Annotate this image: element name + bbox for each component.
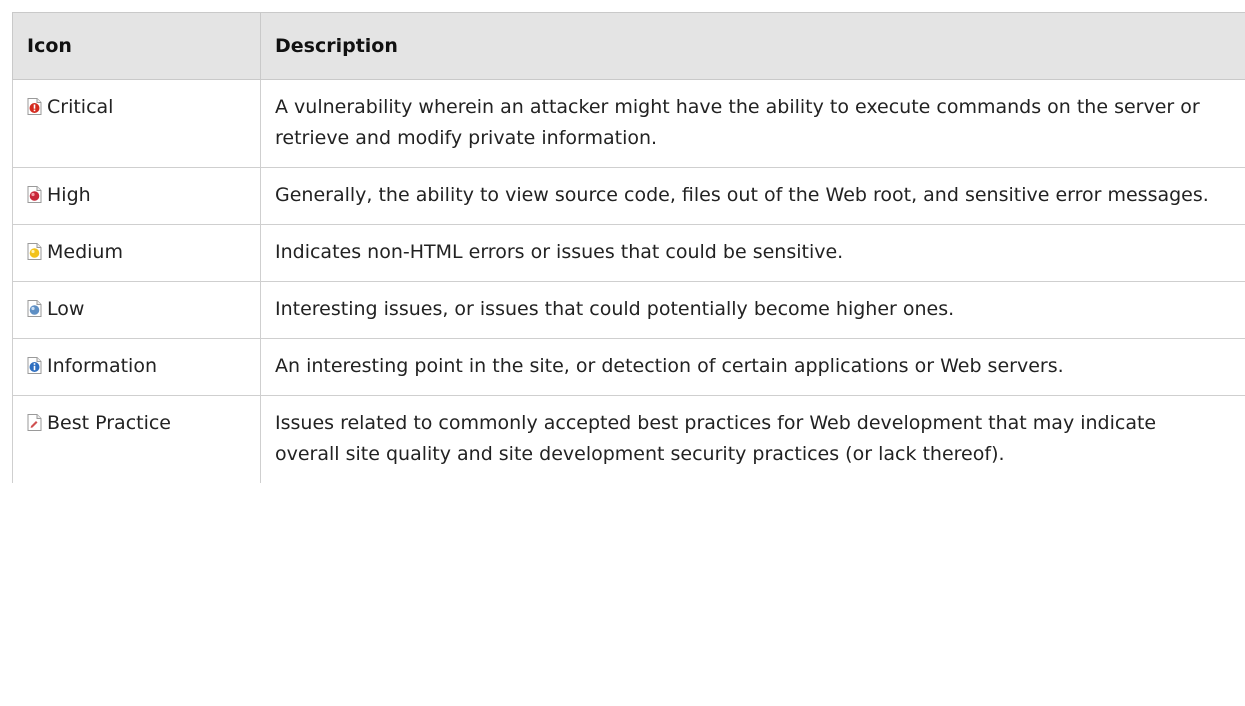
severity-cell: Medium xyxy=(12,224,261,282)
header-row: Icon Description xyxy=(12,12,1245,80)
severity-description: Generally, the ability to view source co… xyxy=(260,167,1245,225)
header-description: Description xyxy=(260,12,1245,80)
severity-label: Best Practice xyxy=(47,412,172,434)
severity-cell: Low xyxy=(12,281,261,339)
severity-description: Indicates non-HTML errors or issues that… xyxy=(260,224,1245,282)
table-row: Low Interesting issues, or issues that c… xyxy=(12,281,1245,339)
information-icon xyxy=(27,357,42,374)
severity-label: Information xyxy=(47,355,157,377)
medium-icon xyxy=(27,243,42,260)
severity-description: Interesting issues, or issues that could… xyxy=(260,281,1245,339)
header-icon: Icon xyxy=(12,12,261,80)
severity-cell: Information xyxy=(12,338,261,396)
severity-label: High xyxy=(47,184,91,206)
severity-description: An interesting point in the site, or det… xyxy=(260,338,1245,396)
critical-icon xyxy=(27,98,42,115)
low-icon xyxy=(27,300,42,317)
severity-label: Critical xyxy=(47,96,114,118)
severity-cell: Critical xyxy=(12,79,261,168)
best-practice-icon xyxy=(27,414,42,431)
table-row: Medium Indicates non-HTML errors or issu… xyxy=(12,224,1245,282)
table-row: High Generally, the ability to view sour… xyxy=(12,167,1245,225)
severity-cell: Best Practice xyxy=(12,395,261,483)
table-row: Best Practice Issues related to commonly… xyxy=(12,395,1245,483)
severity-description: Issues related to commonly accepted best… xyxy=(275,412,1157,465)
severity-description: A vulnerability wherein an attacker migh… xyxy=(260,79,1245,168)
high-icon xyxy=(27,186,42,203)
severity-label: Low xyxy=(47,298,85,320)
severity-cell: High xyxy=(12,167,261,225)
severity-label: Medium xyxy=(47,241,123,263)
severity-table: Icon Description Critical A vulnerabilit… xyxy=(12,12,1245,483)
table-row: Critical A vulnerability wherein an atta… xyxy=(12,79,1245,168)
table-row: Information An interesting point in the … xyxy=(12,338,1245,396)
